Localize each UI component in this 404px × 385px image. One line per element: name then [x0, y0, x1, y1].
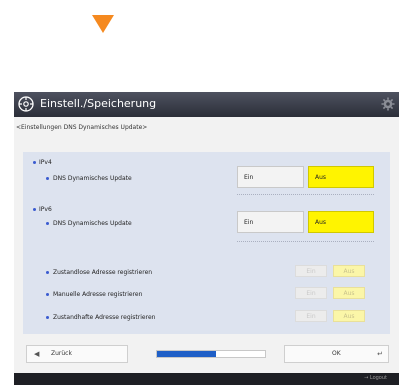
settings-panel: IPv4 DNS Dynamisches Update Ein Aus IPv6…: [23, 152, 390, 334]
stateless-address-off-button[interactable]: Aus: [333, 265, 365, 277]
back-button[interactable]: ◀ Zurück: [26, 345, 128, 363]
ok-button[interactable]: OK ↵: [284, 345, 389, 363]
ipv6-dns-update-on-button[interactable]: Ein: [237, 211, 304, 233]
breadcrumb: <Einstellungen DNS Dynamisches Update>: [16, 124, 148, 131]
bullet-icon: [46, 271, 49, 274]
gear-icon[interactable]: [381, 97, 395, 111]
bullet-icon: [46, 222, 49, 225]
ipv6-dns-update-off-button[interactable]: Aus: [308, 211, 374, 233]
title-bar: Einstell./Speicherung: [14, 92, 399, 117]
section-label-ipv6: IPv6: [39, 206, 52, 213]
logout-button[interactable]: → Logout: [364, 375, 387, 381]
bullet-icon: [46, 293, 49, 296]
enter-icon: ↵: [377, 350, 383, 358]
bullet-icon: [33, 208, 36, 211]
manual-address-label: Manuelle Adresse registrieren: [53, 291, 143, 298]
stateful-address-label: Zustandhafte Adresse registrieren: [53, 314, 156, 321]
logout-label: Logout: [369, 375, 387, 381]
bullet-icon: [33, 161, 36, 164]
stateful-address-on-button[interactable]: Ein: [295, 310, 327, 322]
stateless-address-label: Zustandlose Adresse registrieren: [53, 269, 153, 276]
arrow-left-icon: ◀: [34, 350, 40, 358]
bottom-bar: ◀ Zurück OK ↵: [14, 340, 399, 366]
bullet-icon: [46, 316, 49, 319]
down-arrow-indicator: [92, 15, 114, 33]
stateless-address-on-button[interactable]: Ein: [295, 265, 327, 277]
ipv4-dns-update-on-button[interactable]: Ein: [237, 166, 304, 188]
device-screen: Einstell./Speicherung <Einstellungen DNS…: [14, 92, 399, 385]
stateful-address-off-button[interactable]: Aus: [333, 310, 365, 322]
section-label-ipv4: IPv4: [39, 159, 52, 166]
settings-register-icon: [18, 96, 34, 112]
back-label: Zurück: [51, 350, 72, 357]
divider: [237, 241, 374, 242]
bullet-icon: [46, 177, 49, 180]
progress-bar: [156, 350, 266, 358]
progress-fill: [157, 351, 217, 357]
ipv6-dns-update-label: DNS Dynamisches Update: [53, 220, 132, 227]
manual-address-on-button[interactable]: Ein: [295, 287, 327, 299]
page-title: Einstell./Speicherung: [40, 97, 157, 110]
divider: [237, 194, 374, 195]
ipv4-dns-update-label: DNS Dynamisches Update: [53, 175, 132, 182]
status-bar: → Logout: [14, 373, 399, 385]
manual-address-off-button[interactable]: Aus: [333, 287, 365, 299]
ipv4-dns-update-off-button[interactable]: Aus: [308, 166, 374, 188]
ok-label: OK: [332, 350, 341, 357]
logout-icon: →: [364, 375, 369, 381]
